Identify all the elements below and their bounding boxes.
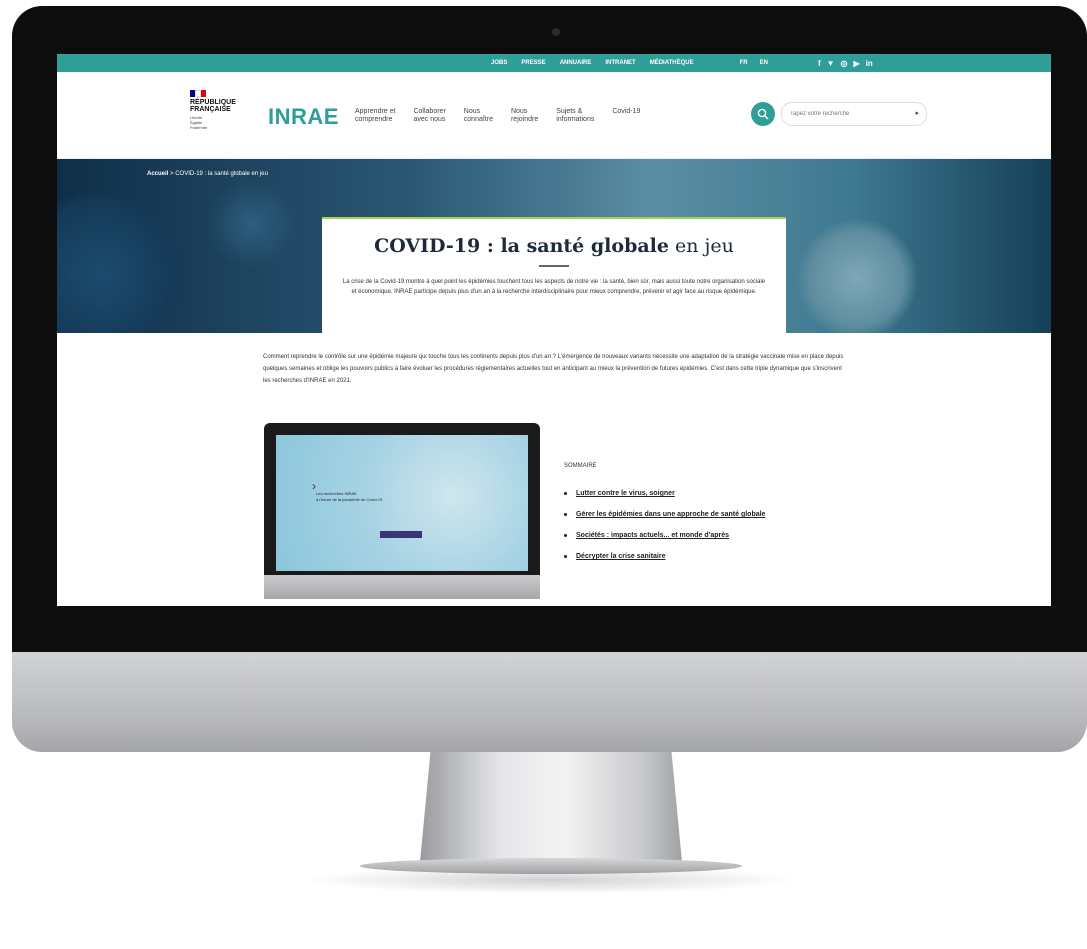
utility-link-intranet[interactable]: INTRANET	[605, 60, 635, 66]
hero-intro-text: La crise de la Covid-19 montre à quel po…	[342, 279, 766, 295]
nav-item-sujets[interactable]: Sujets & informations	[556, 108, 594, 124]
toc-link-decrypter[interactable]: Décrypter la crise sanitaire	[576, 553, 666, 560]
sommaire-title: SOMMAIRE	[564, 463, 597, 469]
bullet-icon	[564, 492, 567, 495]
social-links: f ▼ ◎ ▶ in	[818, 59, 873, 68]
monitor-chin	[12, 652, 1087, 752]
facebook-icon[interactable]: f	[818, 59, 821, 68]
linkedin-icon[interactable]: in	[866, 59, 873, 68]
monitor-base	[360, 858, 742, 874]
toc-item: Sociétés : impacts actuels... et monde d…	[564, 525, 765, 546]
title-divider	[539, 265, 569, 267]
toc-link-gerer[interactable]: Gérer les épidémies dans une approche de…	[576, 511, 765, 518]
search-button[interactable]	[751, 102, 775, 126]
bullet-icon	[564, 555, 567, 558]
breadcrumb-current: COVID-19 : la santé globale en jeu	[175, 171, 268, 177]
utility-link-jobs[interactable]: JOBS	[491, 60, 507, 66]
table-of-contents: Lutter contre le virus, soigner Gérer le…	[564, 483, 765, 567]
lang-fr[interactable]: FR	[740, 60, 748, 66]
breadcrumb: Accueil > COVID-19 : la santé globale en…	[147, 171, 268, 177]
nav-item-connaitre[interactable]: Nous connaître	[464, 108, 493, 124]
youtube-icon[interactable]: ▶	[854, 59, 860, 68]
laptop-illustration[interactable]: › Les recherches INRAE à l'heure de la p…	[264, 423, 540, 599]
page-title-bold: COVID-19 : la santé globale	[374, 235, 669, 257]
french-flag-icon	[190, 90, 207, 97]
virus-illustration-right	[797, 219, 917, 333]
hero-banner: Accueil > COVID-19 : la santé globale en…	[57, 159, 1051, 333]
nav-item-collaborer[interactable]: Collaborer avec nous	[413, 108, 445, 124]
bullet-icon	[564, 534, 567, 537]
virus-illustration-left	[57, 189, 187, 333]
top-utility-bar: JOBS PRESSE ANNUAIRE INTRANET MÉDIATHÈQU…	[57, 54, 1051, 72]
laptop-screen-text: Les recherches INRAE à l'heure de la pan…	[316, 491, 383, 502]
search-input[interactable]	[781, 102, 927, 126]
page-title-light: en jeu	[675, 235, 734, 257]
utility-link-annuaire[interactable]: ANNUAIRE	[560, 60, 592, 66]
laptop-screen-button	[380, 531, 422, 538]
republique-francaise-logo[interactable]: RÉPUBLIQUE FRANÇAISE Liberté Égalité Fra…	[190, 90, 240, 130]
republique-name: RÉPUBLIQUE FRANÇAISE	[190, 99, 236, 113]
toc-item: Lutter contre le virus, soigner	[564, 483, 765, 504]
virus-illustration-mid	[207, 179, 297, 269]
instagram-icon[interactable]: ◎	[841, 59, 848, 68]
toc-link-societes[interactable]: Sociétés : impacts actuels... et monde d…	[576, 532, 729, 539]
lang-en[interactable]: EN	[760, 60, 768, 66]
search-submit-icon[interactable]: ▸	[915, 109, 919, 117]
twitter-icon[interactable]: ▼	[827, 59, 835, 68]
article-intro: Comment reprendre le contrôle sur une ép…	[263, 354, 844, 384]
nav-item-rejoindre[interactable]: Nous rejoindre	[511, 108, 538, 124]
nav-item-covid[interactable]: Covid-19	[612, 108, 640, 124]
bullet-icon	[564, 513, 567, 516]
monitor-stand	[420, 752, 682, 862]
inrae-logo[interactable]: INRAE	[268, 104, 339, 130]
utility-links: JOBS PRESSE ANNUAIRE INTRANET MÉDIATHÈQU…	[491, 60, 694, 66]
language-switcher: FR EN	[740, 60, 768, 66]
webcam	[552, 28, 560, 36]
nav-item-apprendre[interactable]: Apprendre et comprendre	[355, 108, 395, 124]
toc-link-lutter[interactable]: Lutter contre le virus, soigner	[576, 490, 675, 497]
laptop-screen: › Les recherches INRAE à l'heure de la p…	[276, 435, 528, 571]
search-icon	[757, 108, 769, 120]
search-field-wrap: ▸	[775, 102, 927, 126]
hero-card: COVID-19 : la santé globale en jeu La cr…	[322, 217, 786, 333]
utility-link-mediatheque[interactable]: MÉDIATHÈQUE	[650, 60, 694, 66]
laptop-base	[264, 575, 540, 599]
browser-screen: JOBS PRESSE ANNUAIRE INTRANET MÉDIATHÈQU…	[57, 54, 1051, 606]
search-bar: ▸	[751, 102, 927, 126]
page-title: COVID-19 : la santé globale en jeu	[322, 235, 786, 257]
breadcrumb-home[interactable]: Accueil	[147, 171, 168, 177]
republique-motto: Liberté Égalité Fraternité	[190, 115, 208, 130]
site-header: RÉPUBLIQUE FRANÇAISE Liberté Égalité Fra…	[57, 72, 1051, 159]
utility-link-presse[interactable]: PRESSE	[521, 60, 545, 66]
toc-item: Décrypter la crise sanitaire	[564, 546, 765, 567]
toc-item: Gérer les épidémies dans une approche de…	[564, 504, 765, 525]
main-nav: Apprendre et comprendre Collaborer avec …	[355, 108, 640, 124]
